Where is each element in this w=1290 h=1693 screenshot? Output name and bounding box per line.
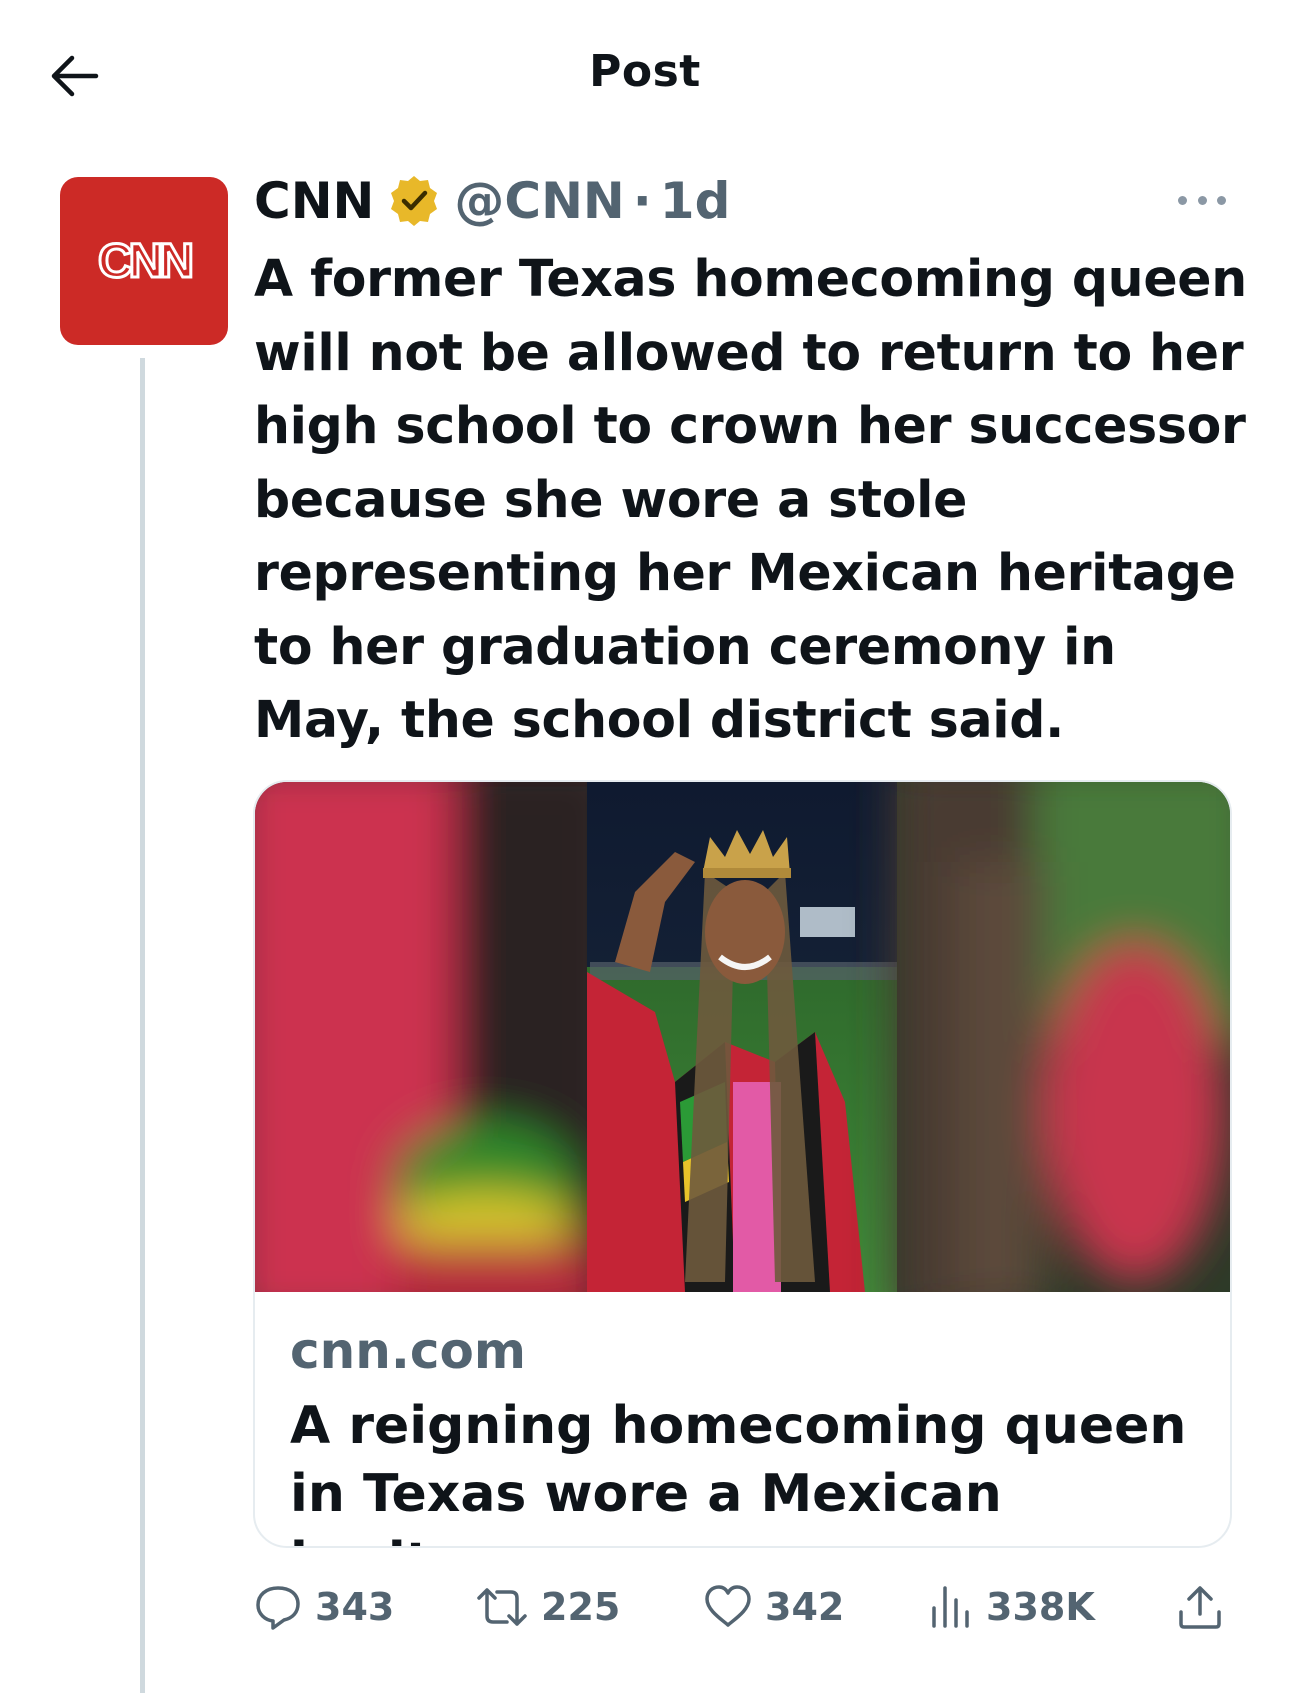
card-image [255,782,1230,1292]
post-time[interactable]: 1d [660,172,731,230]
action-bar: 343 225 342 338K [253,1572,1228,1642]
avatar[interactable]: CNN [60,177,228,345]
post-header: CNN @CNN · 1d [254,168,730,234]
author-handle[interactable]: @CNN [454,172,624,230]
link-card[interactable]: cnn.com A reigning homecoming queen in T… [253,780,1232,1548]
views-count: 338K [986,1585,1095,1629]
thread-line [140,358,145,1693]
share-icon [1179,1586,1221,1629]
separator-dot: · [632,172,652,230]
like-count: 342 [765,1585,845,1629]
reply-icon [256,1586,300,1630]
page-title: Post [589,46,701,97]
top-bar: Post [0,0,1290,150]
verified-badge-icon[interactable] [386,173,442,229]
card-domain: cnn.com [290,1322,526,1380]
post-text: A former Texas homecoming queen will not… [254,249,1247,749]
card-title: A reigning homecoming queen in Texas wor… [290,1396,1187,1546]
repost-count: 225 [541,1585,621,1629]
more-options-icon[interactable] [1178,184,1226,216]
views-button[interactable]: 338K [928,1572,1095,1642]
reply-count: 343 [315,1585,395,1629]
repost-button[interactable]: 225 [475,1572,620,1642]
reply-button[interactable]: 343 [253,1572,394,1642]
share-button[interactable] [1175,1572,1225,1642]
author-name[interactable]: CNN [254,172,374,230]
like-button[interactable]: 342 [703,1572,844,1642]
cnn-logo: CNN [97,234,197,290]
cnn-logo-text: CNN [98,235,191,288]
repost-icon [477,1588,527,1626]
views-icon [932,1586,969,1628]
like-icon [705,1585,751,1627]
